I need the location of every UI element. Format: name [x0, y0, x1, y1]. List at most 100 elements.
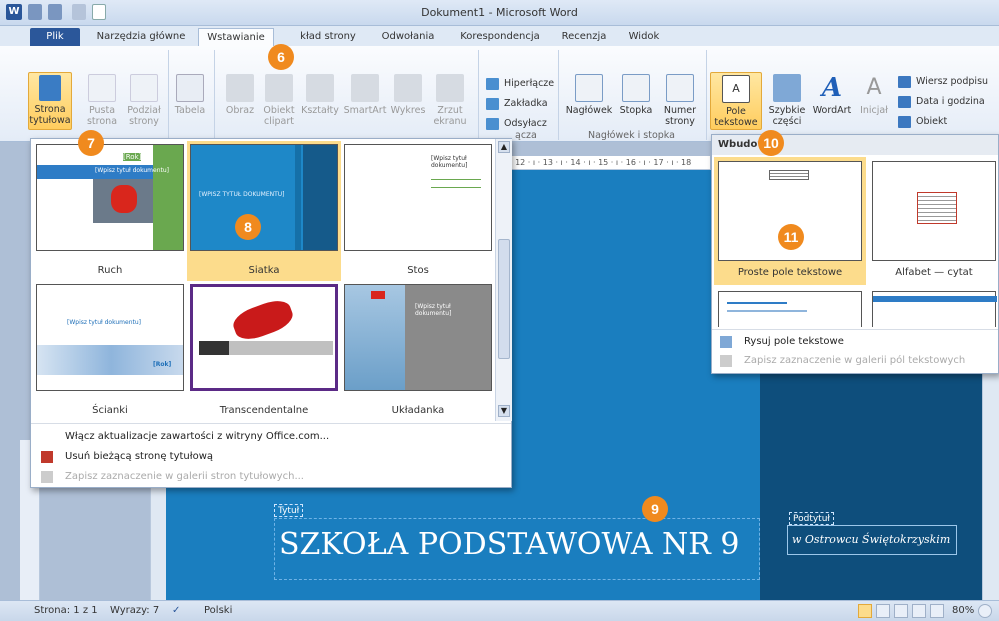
subtitle-content-control-tag[interactable]: Podtytuł: [789, 512, 834, 525]
status-words[interactable]: Wyrazy: 7: [110, 601, 159, 621]
pole-tekstowe-button[interactable]: A Pole tekstowe: [710, 72, 762, 130]
data-i-godzina-label: Data i godzina: [916, 96, 985, 107]
title-content-control-tag[interactable]: Tytuł: [274, 504, 304, 517]
gallery-item-ukladanka[interactable]: [Wpisz tytuł dokumentu] Układanka: [341, 281, 495, 421]
thumb-transcendentalne: [190, 284, 338, 391]
tab-korespondencja[interactable]: Korespondencja: [452, 28, 548, 46]
naglowek-label: Nagłówek: [565, 105, 613, 116]
tabela-button[interactable]: Tabela: [172, 74, 208, 116]
tab-uklad-strony[interactable]: kład strony: [292, 28, 364, 46]
gallery-item-siatka[interactable]: [WPISZ TYTUŁ DOKUMENTU] Siatka: [187, 141, 341, 281]
label-stos: Stos: [407, 265, 429, 276]
tab-odwolania[interactable]: Odwołania: [372, 28, 444, 46]
menu-rysuj-pole[interactable]: Rysuj pole tekstowe: [720, 333, 844, 351]
textbox-gallery-header: Wbudow: [712, 135, 998, 155]
gallery-scrollbar[interactable]: ▲ ▼: [495, 139, 512, 421]
thumb-siatka-title: [WPISZ TYTUŁ DOKUMENTU]: [199, 191, 285, 198]
wordart-icon: A: [821, 73, 843, 103]
label-ukladanka: Układanka: [391, 405, 445, 416]
strona-tytulowa-label: Strona tytułowa: [29, 104, 71, 126]
zoom-out-icon[interactable]: [978, 604, 992, 618]
pusta-strona-button[interactable]: Pusta strona: [82, 74, 122, 127]
label-transcendentalne: Transcendentalne: [219, 405, 309, 416]
outline-view-icon[interactable]: [912, 604, 926, 618]
badge-6: 6: [268, 44, 294, 70]
ribbon-tabs: Plik Narzędzia główne Wstawianie kład st…: [0, 26, 999, 46]
textbox-item-proste[interactable]: Proste pole tekstowe: [714, 157, 866, 285]
tab-wstawianie[interactable]: Wstawianie: [198, 28, 274, 46]
draft-view-icon[interactable]: [930, 604, 944, 618]
wordart-button[interactable]: A WordArt: [810, 74, 854, 116]
thumb-ruch-year: [Rok]: [123, 153, 142, 161]
zakladka-button[interactable]: Zakładka: [486, 96, 548, 112]
data-i-godzina-button[interactable]: Data i godzina: [898, 94, 985, 110]
web-layout-view-icon[interactable]: [894, 604, 908, 618]
wykres-button[interactable]: Wykres: [388, 74, 428, 116]
title-bar: W Dokument1 - Microsoft Word: [0, 0, 999, 26]
numer-strony-button[interactable]: Numer strony: [658, 74, 702, 127]
textbox-item-alfabet[interactable]: Alfabet — cytat: [870, 157, 998, 285]
ribbon: Strona tytułowa Pusta strona Podział str…: [0, 46, 999, 142]
thumb-textbox-4[interactable]: [872, 291, 997, 327]
gallery-menu: Włącz aktualizacje zawartości z witryny …: [31, 423, 511, 487]
scroll-up-icon[interactable]: ▲: [498, 141, 510, 153]
badge-7: 7: [78, 130, 104, 156]
draw-textbox-icon: [720, 336, 732, 348]
obiekt-clipart-button[interactable]: Obiekt clipart: [260, 74, 298, 127]
wiersz-podpisu-button[interactable]: Wiersz podpisu: [898, 74, 988, 90]
menu-usun-strone-tytulowa[interactable]: Usuń bieżącą stronę tytułową: [41, 448, 213, 466]
thumb-siatka: [WPISZ TYTUŁ DOKUMENTU]: [190, 144, 338, 251]
ksztalty-button[interactable]: Kształty: [300, 74, 340, 116]
strona-tytulowa-button[interactable]: Strona tytułowa: [28, 72, 72, 130]
obraz-label: Obraz: [225, 105, 255, 116]
screenshot-icon: [436, 74, 464, 102]
stopka-button[interactable]: Stopka: [616, 74, 656, 116]
hiperlacze-button[interactable]: Hiperłącze: [486, 76, 554, 92]
ksztalty-label: Kształty: [301, 105, 339, 116]
document-title[interactable]: SZKOŁA PODSTAWOWA NR 9: [274, 518, 760, 580]
proofing-icon[interactable]: ✓: [172, 601, 180, 621]
wordart-label: WordArt: [812, 105, 852, 116]
hiperlacze-label: Hiperłącze: [504, 78, 555, 89]
smartart-button[interactable]: SmartArt: [342, 74, 388, 116]
naglowek-button[interactable]: Nagłówek: [564, 74, 614, 116]
chart-icon: [394, 74, 422, 102]
print-layout-view-icon[interactable]: [858, 604, 872, 618]
footer-icon: [622, 74, 650, 102]
pole-tekstowe-label: Pole tekstowe: [714, 106, 758, 128]
status-zoom[interactable]: 80%: [952, 601, 974, 621]
gallery-item-stos[interactable]: [Wpisz tytuł dokumentu] Stos: [341, 141, 495, 281]
scroll-down-icon[interactable]: ▼: [498, 405, 510, 417]
scroll-thumb[interactable]: [498, 239, 510, 359]
obraz-button[interactable]: Obraz: [222, 74, 258, 116]
full-screen-view-icon[interactable]: [876, 604, 890, 618]
clipart-icon: [265, 74, 293, 102]
tab-widok[interactable]: Widok: [622, 28, 666, 46]
thumb-stos-title: [Wpisz tytuł dokumentu]: [431, 155, 468, 169]
szybkie-czesci-button[interactable]: Szybkie części: [766, 74, 808, 127]
podzial-strony-button[interactable]: Podział strony: [124, 74, 164, 127]
document-subtitle[interactable]: w Ostrowcu Świętokrzyskim: [787, 525, 957, 555]
inicjal-button[interactable]: A Inicjał: [856, 74, 892, 116]
thumb-ruch-title: [Wpisz tytuł dokumentu]: [95, 167, 170, 174]
tab-plik[interactable]: Plik: [30, 28, 80, 46]
zrzut-ekranu-button[interactable]: Zrzut ekranu: [430, 74, 470, 127]
gallery-item-transcendentalne[interactable]: Transcendentalne: [187, 281, 341, 421]
group-label-lacza: ącza: [515, 130, 537, 141]
obiekt-button[interactable]: Obiekt: [898, 114, 947, 130]
gallery-item-ruch[interactable]: [Rok] [Wpisz tytuł dokumentu] Ruch: [33, 141, 187, 281]
zapisz-pole-label: Zapisz zaznaczenie w galerii pól tekstow…: [744, 355, 966, 366]
thumb-ruch: [Rok] [Wpisz tytuł dokumentu]: [36, 144, 184, 251]
rysuj-label: Rysuj pole tekstowe: [744, 336, 844, 347]
badge-9: 9: [642, 496, 668, 522]
thumb-textbox-3[interactable]: [718, 291, 862, 327]
status-page[interactable]: Strona: 1 z 1: [34, 601, 98, 621]
label-ruch: Ruch: [97, 265, 123, 276]
status-language[interactable]: Polski: [204, 601, 232, 621]
tab-recenzja[interactable]: Recenzja: [558, 28, 610, 46]
gallery-item-scianki[interactable]: [Wpisz tytuł dokumentu] [Rok] Ścianki: [33, 281, 187, 421]
menu-wlacz-aktualizacje[interactable]: Włącz aktualizacje zawartości z witryny …: [65, 428, 329, 446]
delete-cover-icon: [41, 451, 53, 463]
wiersz-podpisu-label: Wiersz podpisu: [916, 76, 989, 87]
tab-narzedzia-glowne[interactable]: Narzędzia główne: [86, 28, 196, 46]
